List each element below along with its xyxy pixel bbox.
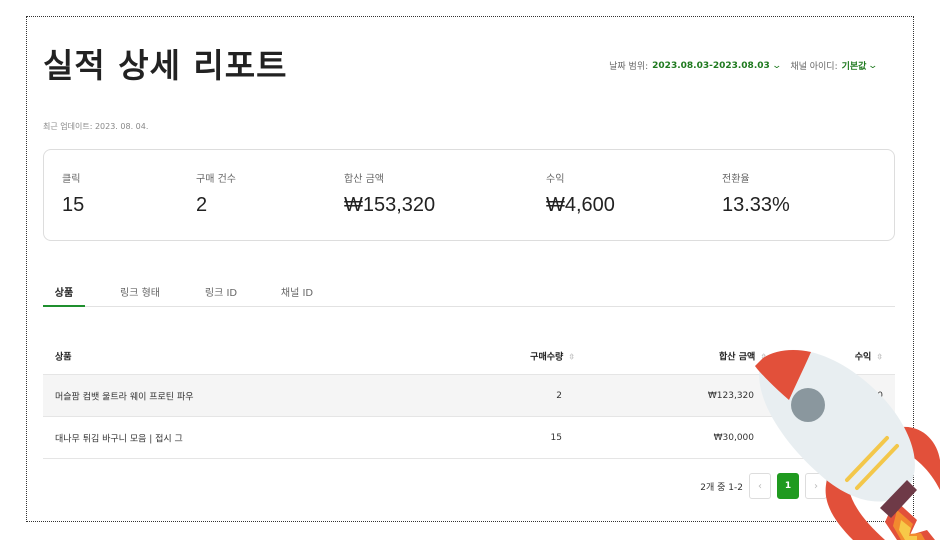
- pagination-summary: 2개 중 1-2: [700, 482, 743, 493]
- stat-label: 구매 건수: [196, 174, 236, 185]
- stat-label: 클릭: [62, 174, 81, 185]
- purchase-quantity: 15: [550, 432, 562, 443]
- rocket-illustration: [755, 349, 940, 540]
- stats-card: 클릭 15 구매 건수 2 합산 금액 ₩153,320 수익 ₩4,600 전…: [43, 149, 895, 241]
- stat-value: ₩4,600: [546, 194, 615, 216]
- stat-label: 전환율: [722, 174, 750, 185]
- channel-dropdown[interactable]: 기본값: [842, 59, 867, 72]
- last-updated: 최근 업데이트: 2023. 08. 04.: [43, 122, 149, 131]
- sort-icon[interactable]: ⇳: [568, 352, 575, 361]
- stat-label: 합산 금액: [344, 174, 384, 185]
- tab-product[interactable]: 상품: [43, 275, 85, 307]
- channel-label: 채널 아이디:: [790, 62, 838, 72]
- column-header-quantity[interactable]: 구매수량 ⇳: [530, 349, 575, 362]
- stat-value: 2: [196, 194, 208, 216]
- tab-bar: 상품 링크 형태 링크 ID 채널 ID: [43, 275, 895, 307]
- stat-value: ₩153,320: [344, 194, 436, 216]
- tab-link-type[interactable]: 링크 형태: [105, 275, 175, 307]
- stat-label: 수익: [546, 174, 565, 185]
- product-name: 머슬팜 컴뱃 울트라 웨이 프로틴 파우: [55, 392, 194, 402]
- product-name: 대나무 튀김 바구니 모음 | 접시 그: [55, 434, 183, 444]
- column-header-label: 구매수량: [530, 352, 564, 362]
- chevron-down-icon[interactable]: ⌄: [771, 61, 782, 71]
- page-title: 실적 상세 리포트: [43, 46, 288, 85]
- stat-value: 15: [62, 194, 85, 216]
- stat-value: 13.33%: [722, 194, 790, 216]
- column-header-product: 상품: [55, 352, 72, 362]
- filters-bar: 날짜 범위: 2023.08.03-2023.08.03 ⌄ 채널 아이디: 기…: [609, 59, 879, 73]
- tab-link-id[interactable]: 링크 ID: [193, 275, 249, 307]
- date-range-dropdown[interactable]: 2023.08.03-2023.08.03: [652, 61, 770, 71]
- purchase-quantity: 2: [556, 390, 562, 401]
- rocket-window: [791, 388, 825, 422]
- tab-channel-id[interactable]: 채널 ID: [269, 275, 325, 307]
- chevron-down-icon[interactable]: ⌄: [868, 61, 879, 71]
- date-range-label: 날짜 범위:: [609, 62, 649, 72]
